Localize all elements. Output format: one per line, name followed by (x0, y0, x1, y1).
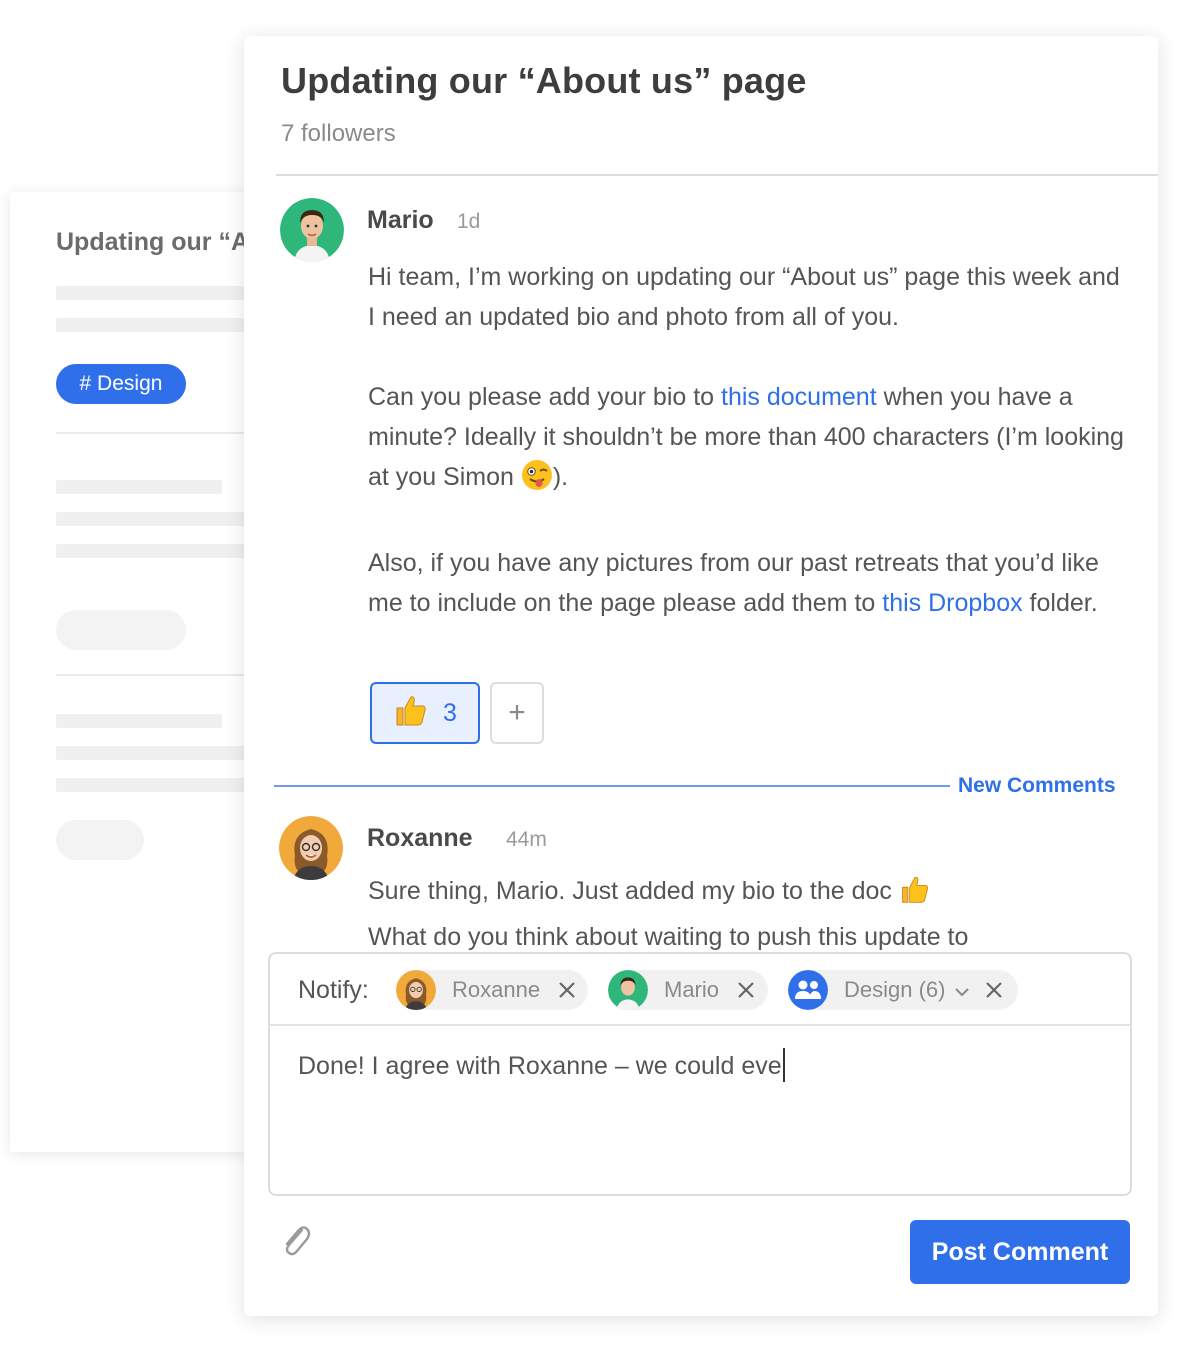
roxanne-avatar-image (279, 816, 343, 880)
add-reaction-button[interactable]: + (490, 682, 544, 744)
divider (56, 432, 250, 434)
notify-label: Notify: (298, 976, 369, 1004)
skeleton-line (56, 778, 250, 792)
text-caret (782, 1048, 785, 1082)
post-paragraph-1: Hi team, I’m working on updating our “Ab… (368, 263, 1120, 331)
skeleton-line (56, 714, 222, 728)
skeleton-pill (56, 820, 144, 860)
notify-chip-mario[interactable]: Mario (608, 970, 768, 1010)
skeleton-line (56, 480, 222, 494)
roxanne-avatar[interactable] (279, 816, 343, 880)
skeleton-line (56, 544, 250, 558)
paperclip-icon[interactable] (278, 1220, 314, 1260)
thread-title: Updating our “About us” page (281, 60, 807, 101)
winking-tongue-emoji-icon (521, 459, 553, 503)
mario-chip-avatar (608, 970, 648, 1010)
comment-text: Sure thing, Mario. Just added my bio to … (368, 877, 899, 905)
comment-line-2: What do you think about waiting to push … (368, 923, 969, 951)
skeleton-pill (56, 610, 186, 650)
chip-label: Roxanne (452, 977, 541, 1002)
comment-body: Sure thing, Mario. Just added my bio to … (368, 871, 1128, 957)
notify-chip-design-group[interactable]: Design (6) (788, 970, 1018, 1010)
new-comments-label: New Comments (958, 774, 1116, 797)
thumbs-up-reaction[interactable]: 3 (370, 682, 480, 744)
remove-design-close-icon[interactable] (983, 979, 1005, 1001)
remove-roxanne-close-icon[interactable] (556, 979, 578, 1001)
skeleton-line (56, 286, 250, 300)
new-comments-divider (274, 785, 950, 787)
thumbs-up-emoji-icon (899, 873, 931, 917)
notify-row: Notify: Roxanne Mario Design (6) (270, 954, 1130, 1026)
skeleton-line (56, 318, 250, 332)
design-tag[interactable]: # Design (56, 364, 186, 404)
background-thread-title: Updating our “A (56, 228, 250, 256)
chip-label: Mario (664, 977, 720, 1002)
followers-count[interactable]: 7 followers (281, 120, 396, 148)
comment-timestamp: 44m (506, 828, 547, 851)
reaction-count: 3 (443, 698, 457, 727)
document-link[interactable]: this document (721, 383, 877, 411)
comment-composer: Notify: Roxanne Mario Design (6) Done! I… (268, 952, 1132, 1196)
chip-label: Design (6) (844, 977, 946, 1002)
mario-avatar-image (280, 198, 344, 262)
notify-chip-roxanne[interactable]: Roxanne (396, 970, 588, 1010)
comment-author[interactable]: Roxanne (367, 824, 473, 853)
post-comment-button[interactable]: Post Comment (910, 1220, 1130, 1284)
thread-card: Updating our “About us” page 7 followers… (244, 36, 1158, 1316)
post-body: Hi team, I’m working on updating our “Ab… (368, 257, 1128, 623)
chevron-down-icon[interactable] (953, 981, 971, 999)
remove-mario-close-icon[interactable] (735, 979, 757, 1001)
divider (56, 674, 250, 676)
thumbs-up-icon (393, 692, 429, 735)
header-divider (276, 174, 1158, 176)
post-paragraph-3: Also, if you have any pictures from our … (368, 543, 1128, 623)
comment-input[interactable]: Done! I agree with Roxanne – we could ev… (298, 1048, 785, 1082)
post-timestamp: 1d (457, 210, 481, 233)
skeleton-line (56, 512, 250, 526)
mario-avatar[interactable] (280, 198, 344, 262)
group-icon (788, 970, 828, 1010)
post-author[interactable]: Mario (367, 206, 434, 235)
skeleton-line (56, 746, 250, 760)
comment-line-1: Sure thing, Mario. Just added my bio to … (368, 871, 1128, 917)
post-text: Can you please add your bio to (368, 383, 722, 411)
post-text: folder. (1022, 589, 1098, 617)
post-text: ). (552, 463, 569, 491)
dropbox-link[interactable]: this Dropbox (882, 589, 1022, 617)
post-paragraph-2: Can you please add your bio to this docu… (368, 377, 1128, 503)
roxanne-chip-avatar (396, 970, 436, 1010)
background-thread-card: Updating our “A # Design (10, 192, 250, 1152)
comment-input-text: Done! I agree with Roxanne – we could ev… (298, 1052, 782, 1080)
